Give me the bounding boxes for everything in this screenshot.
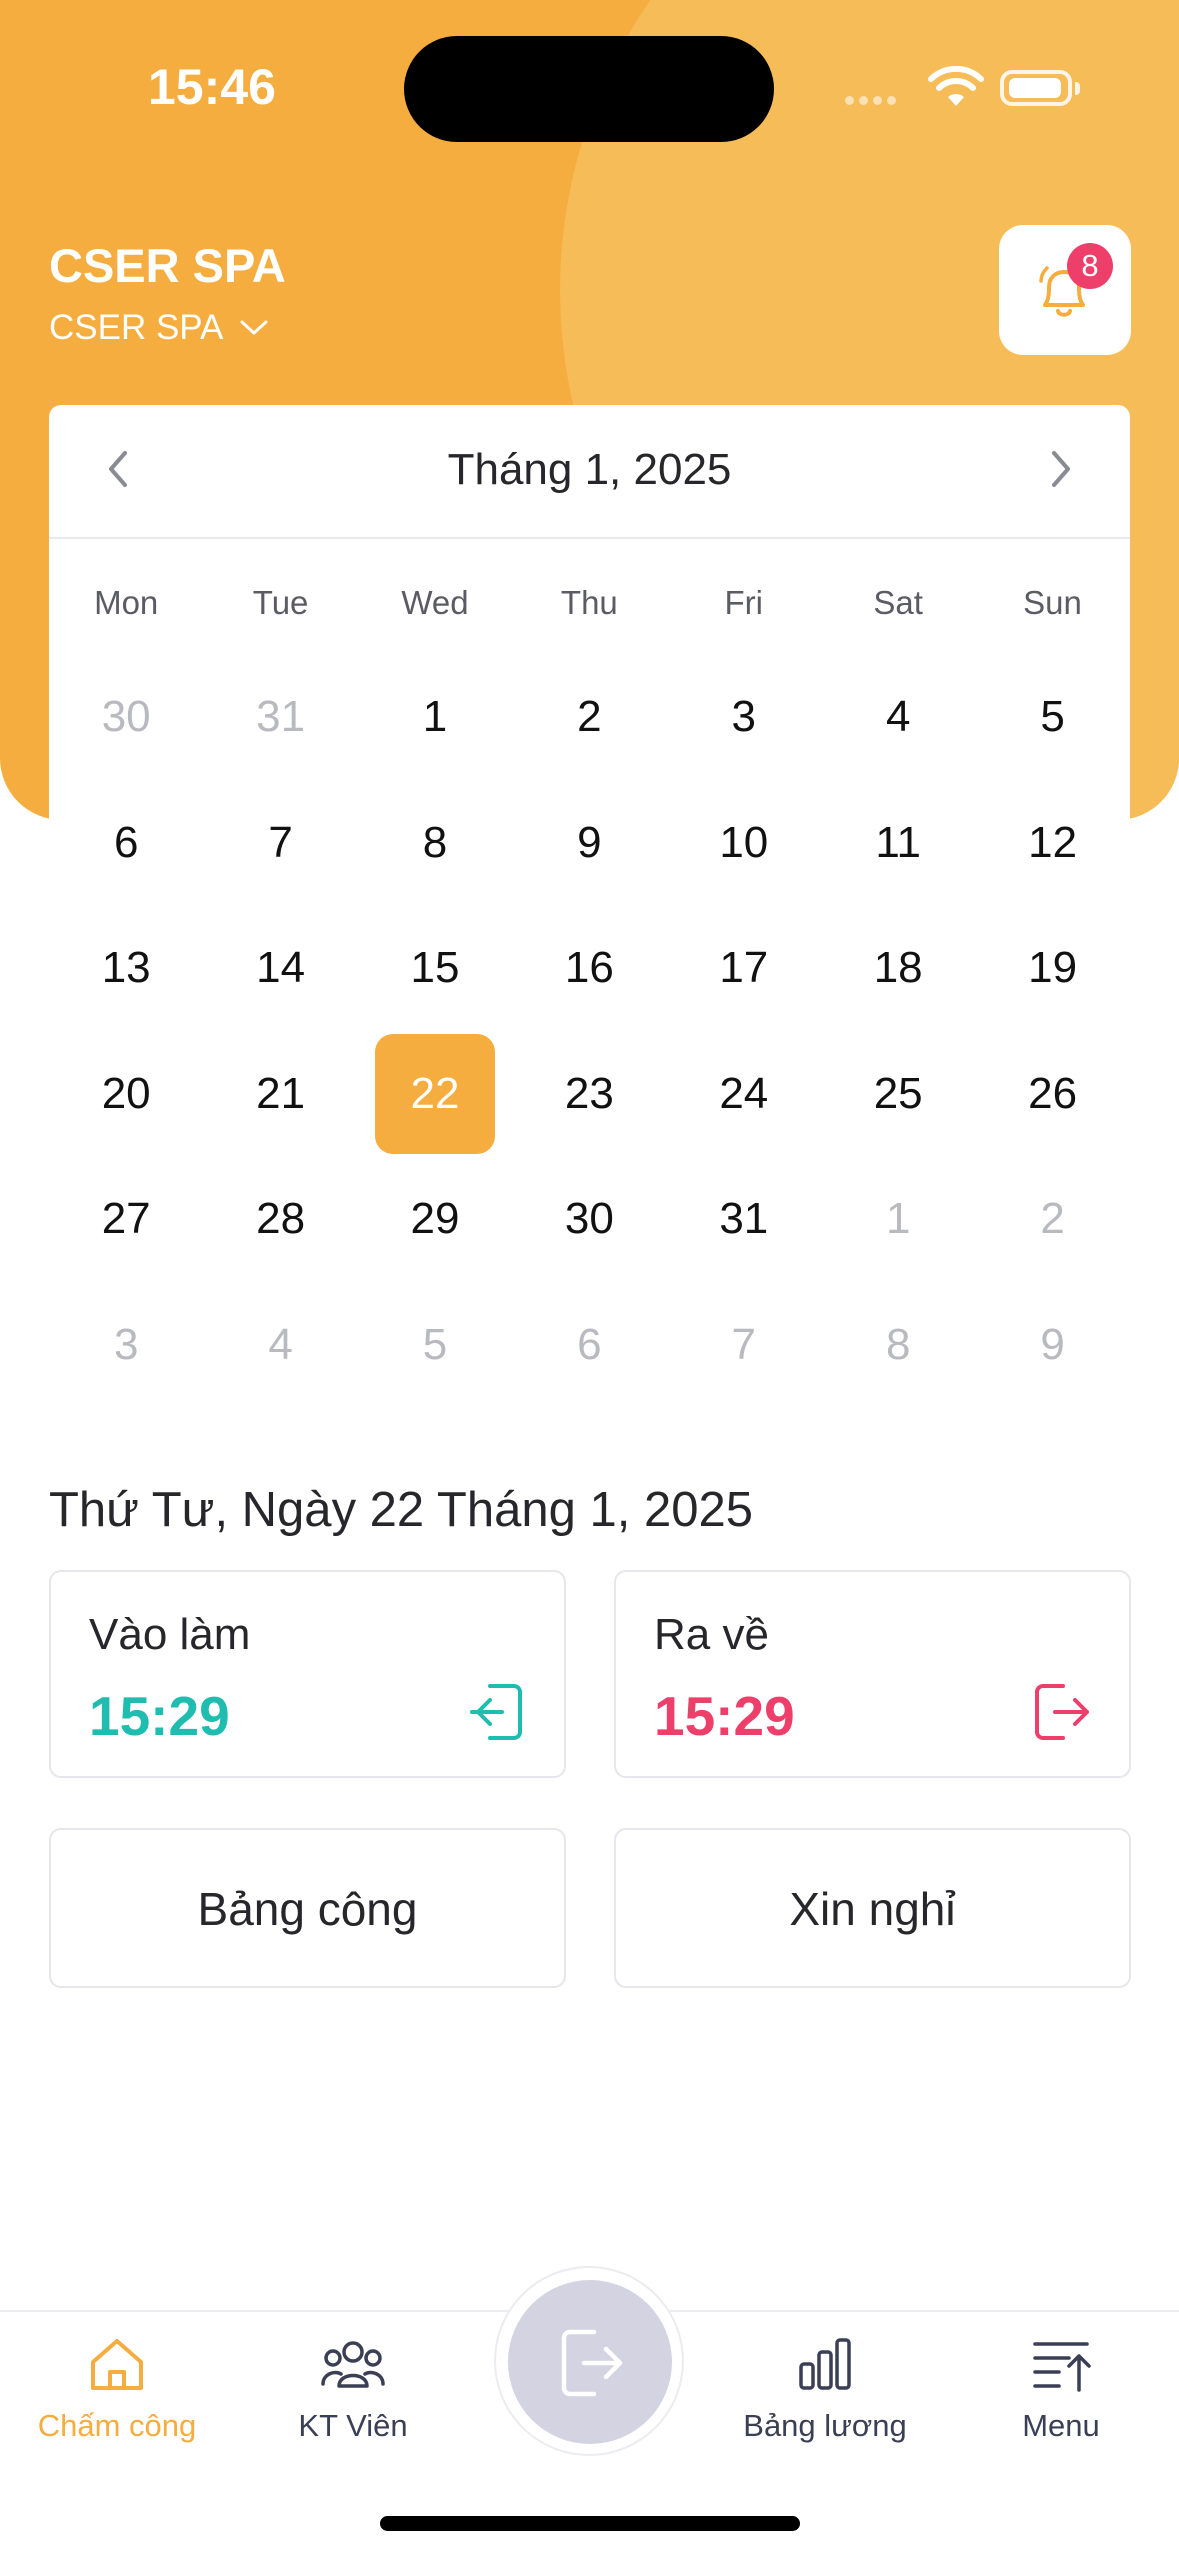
check-out-label: Ra về bbox=[654, 1610, 769, 1659]
calendar-day[interactable]: 7 bbox=[684, 1285, 804, 1405]
logout-icon bbox=[561, 2329, 623, 2397]
tab-label: Bảng lương bbox=[743, 2408, 907, 2443]
calendar-day[interactable]: 31 bbox=[684, 1159, 804, 1279]
tab-label: Menu bbox=[1022, 2408, 1100, 2443]
dynamic-island bbox=[404, 36, 774, 142]
calendar-day[interactable]: 27 bbox=[66, 1159, 186, 1279]
weekday-label: Mon bbox=[94, 584, 159, 621]
calendar-day[interactable]: 6 bbox=[66, 783, 186, 903]
calendar-day[interactable]: 15 bbox=[375, 908, 495, 1028]
tab-bang-luong[interactable]: Bảng lương bbox=[725, 2332, 925, 2444]
calendar-day[interactable]: 28 bbox=[221, 1159, 341, 1279]
calendar-day[interactable]: 1 bbox=[375, 657, 495, 777]
calendar-day[interactable]: 10 bbox=[684, 783, 804, 903]
calendar-day[interactable]: 29 bbox=[375, 1159, 495, 1279]
center-action-button[interactable] bbox=[508, 2280, 672, 2444]
calendar-day[interactable]: 26 bbox=[993, 1034, 1113, 1154]
battery-icon bbox=[1000, 70, 1072, 106]
tab-label: KT Viên bbox=[298, 2408, 408, 2443]
calendar-month-title: Tháng 1, 2025 bbox=[447, 445, 732, 494]
status-icons bbox=[845, 66, 1085, 110]
calendar-day[interactable]: 9 bbox=[993, 1285, 1113, 1405]
calendar-day[interactable]: 3 bbox=[66, 1285, 186, 1405]
calendar-day[interactable]: 2 bbox=[529, 657, 649, 777]
timesheet-button[interactable]: Bảng công bbox=[49, 1828, 566, 1988]
chevron-down-icon bbox=[240, 320, 268, 335]
calendar-day[interactable]: 5 bbox=[993, 657, 1113, 777]
calendar-day[interactable]: 8 bbox=[375, 783, 495, 903]
timesheet-button-label: Bảng công bbox=[197, 1883, 418, 1935]
weekday-label: Sat bbox=[873, 584, 923, 621]
calendar-day[interactable]: 8 bbox=[838, 1285, 958, 1405]
check-out-card[interactable]: Ra về 15:29 bbox=[614, 1570, 1131, 1778]
leave-request-button[interactable]: Xin nghỉ bbox=[614, 1828, 1131, 1988]
calendar-day[interactable]: 2 bbox=[993, 1159, 1113, 1279]
home-icon bbox=[91, 2339, 143, 2390]
calendar-day[interactable]: 24 bbox=[684, 1034, 804, 1154]
calendar-day[interactable]: 25 bbox=[838, 1034, 958, 1154]
logout-icon bbox=[1035, 1684, 1089, 1740]
company-name: CSER SPA bbox=[49, 239, 286, 292]
calendar-day[interactable]: 30 bbox=[66, 657, 186, 777]
wifi-icon bbox=[928, 66, 984, 106]
check-in-time: 15:29 bbox=[89, 1685, 230, 1747]
calendar-day[interactable]: 16 bbox=[529, 908, 649, 1028]
users-icon bbox=[321, 2341, 385, 2388]
calendar-day[interactable]: 6 bbox=[529, 1285, 649, 1405]
notification-badge: 8 bbox=[1067, 243, 1113, 289]
login-icon bbox=[470, 1684, 522, 1740]
signal-dot bbox=[859, 96, 868, 105]
weekday-label: Tue bbox=[252, 584, 309, 621]
calendar-day[interactable]: 21 bbox=[221, 1034, 341, 1154]
calendar-day[interactable]: 7 bbox=[221, 783, 341, 903]
calendar-day[interactable]: 31 bbox=[221, 657, 341, 777]
home-indicator bbox=[380, 2516, 800, 2531]
weekday-label: Sun bbox=[1023, 584, 1082, 621]
calendar-day[interactable]: 11 bbox=[838, 783, 958, 903]
calendar-day[interactable]: 17 bbox=[684, 908, 804, 1028]
notifications-button[interactable]: 8 bbox=[999, 225, 1131, 355]
weekday-label: Fri bbox=[724, 584, 763, 621]
branch-selector[interactable]: CSER SPA bbox=[49, 308, 269, 348]
battery-tip bbox=[1075, 82, 1080, 95]
check-in-label: Vào làm bbox=[89, 1610, 251, 1659]
check-out-time: 15:29 bbox=[654, 1685, 795, 1747]
calendar-day[interactable]: 12 bbox=[993, 783, 1113, 903]
tab-label: Chấm công bbox=[37, 2408, 197, 2443]
calendar: Tháng 1, 2025 Mon Tue Wed Thu Fri Sat Sun 30 31… bbox=[49, 405, 1130, 1405]
calendar-day[interactable]: 9 bbox=[529, 783, 649, 903]
signal-dot bbox=[845, 96, 854, 105]
chevron-right-icon[interactable] bbox=[1046, 447, 1076, 491]
calendar-day[interactable]: 4 bbox=[838, 657, 958, 777]
leave-request-button-label: Xin nghỉ bbox=[789, 1883, 956, 1935]
bar-chart-icon bbox=[799, 2338, 851, 2390]
weekday-label: Wed bbox=[401, 584, 469, 621]
calendar-day[interactable]: 14 bbox=[221, 908, 341, 1028]
calendar-day[interactable]: 23 bbox=[529, 1034, 649, 1154]
calendar-day[interactable]: 4 bbox=[221, 1285, 341, 1405]
status-time: 15:46 bbox=[148, 59, 276, 115]
branch-selector-label: CSER SPA bbox=[49, 308, 224, 347]
calendar-day[interactable]: 13 bbox=[66, 908, 186, 1028]
calendar-header: Tháng 1, 2025 bbox=[49, 405, 1130, 539]
calendar-day[interactable]: 18 bbox=[838, 908, 958, 1028]
calendar-day[interactable]: 30 bbox=[529, 1159, 649, 1279]
weekday-label: Thu bbox=[560, 584, 618, 621]
menu-icon bbox=[1033, 2342, 1091, 2392]
calendar-day[interactable]: 3 bbox=[684, 657, 804, 777]
tab-menu[interactable]: Menu bbox=[961, 2332, 1161, 2444]
calendar-day[interactable]: 20 bbox=[66, 1034, 186, 1154]
tab-cham-cong[interactable]: Chấm công bbox=[17, 2332, 217, 2444]
weekday-row: Mon Tue Wed Thu Fri Sat Sun bbox=[49, 539, 1130, 622]
calendar-day[interactable]: 22 bbox=[375, 1033, 495, 1154]
signal-dot bbox=[873, 96, 882, 105]
check-in-card[interactable]: Vào làm 15:29 bbox=[49, 1570, 566, 1778]
calendar-day[interactable]: 1 bbox=[838, 1159, 958, 1279]
selected-date-heading: Thứ Tư, Ngày 22 Tháng 1, 2025 bbox=[49, 1483, 753, 1537]
calendar-day[interactable]: 19 bbox=[993, 908, 1113, 1028]
calendar-day[interactable]: 5 bbox=[375, 1285, 495, 1405]
signal-dot bbox=[887, 96, 896, 105]
tab-kt-vien[interactable]: KT Viên bbox=[253, 2332, 453, 2444]
